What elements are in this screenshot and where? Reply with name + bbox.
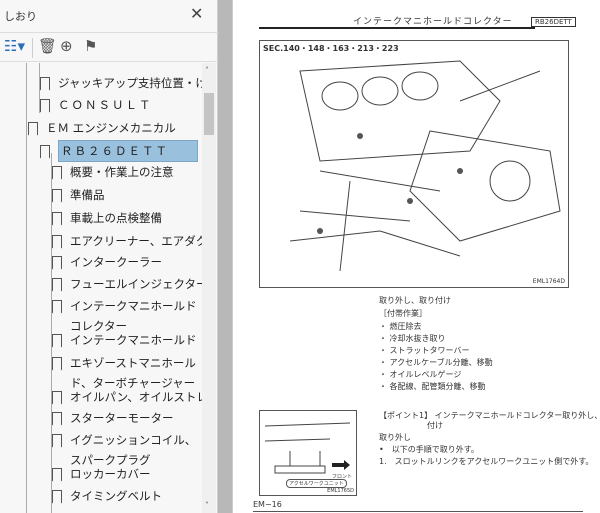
bookmark-icon <box>40 144 50 159</box>
bookmark-item[interactable]: 準備品 <box>52 185 105 205</box>
bookmark-item[interactable]: 車載上の点検整備 <box>52 208 162 228</box>
bookmark-label: 概要・作業上の注意 <box>70 165 174 179</box>
step-text: 1. スロットルリンクをアクセルワークユニット側で外す。 <box>379 457 594 466</box>
title-rule <box>259 27 535 29</box>
scrollbar-thumb[interactable] <box>204 93 214 135</box>
step-text: • 以下の手順で取り外す。 <box>379 445 479 454</box>
bookmark-item[interactable]: タイミングベルト <box>52 486 162 506</box>
bookmark-label: インタークーラー <box>70 255 162 269</box>
add-bookmark-icon[interactable]: ⊕ <box>60 37 73 55</box>
bookmark-item[interactable]: オイルパン、オイルストレーナー <box>52 387 202 407</box>
bookmark-item[interactable]: ジャッキアップ支持位置・けん引 <box>40 73 202 93</box>
bookmarks-panel: しおり ✕ ☷▾ 🗑 ⊕ ⚑ ジャッキアップ支持位置・けん引 ＣＯＮＳＵＬＴ Ｅ… <box>0 0 218 513</box>
bookmark-label: タイミングベルト <box>70 489 162 503</box>
bookmark-icon <box>52 255 62 270</box>
figure-code: EML1764D <box>532 278 565 285</box>
bookmark-icon <box>52 411 62 426</box>
throttle-figure: フロント アクセルワークユニット EML1765D <box>259 410 357 496</box>
bookmark-icon <box>52 356 62 371</box>
bookmark-icon <box>52 165 62 180</box>
page-number: EM−16 <box>253 500 282 509</box>
task-item: ・ アクセルケーブル分離、移動 <box>379 358 493 367</box>
task-item: ・ 冷却水抜き取り <box>379 334 446 343</box>
bookmark-icon <box>52 211 62 226</box>
bookmark-item[interactable]: ロッカーカバー <box>52 464 151 484</box>
section-badge: RB26DETT <box>531 17 576 27</box>
bookmark-tree: ジャッキアップ支持位置・けん引 ＣＯＮＳＵＬＴ ＥＭ エンジンメカニカル ＲＢ２… <box>0 63 202 513</box>
document-page: インテークマニホールドコレクター RB26DETT SEC.140・148・16… <box>232 0 600 513</box>
bookmark-icon <box>52 489 62 504</box>
bookmark-label: ジャッキアップ支持位置・けん引 <box>58 76 202 90</box>
bookmark-item[interactable]: ＥＭ エンジンメカニカル <box>28 118 176 138</box>
scroll-down-icon[interactable]: ˅ <box>205 501 209 510</box>
subheading: ［付帯作業］ <box>379 309 427 318</box>
bookmark-label: ＥＭ エンジンメカニカル <box>46 121 176 135</box>
bookmark-item[interactable]: インテークマニホールド <box>52 330 197 350</box>
intake-collector-illustration <box>289 60 561 272</box>
bookmark-label: エキゾーストマニホールド、ターボチャージャー <box>70 356 196 390</box>
tree-scrollbar[interactable]: ˄ ˅ <box>202 63 216 513</box>
bookmark-icon <box>52 299 62 314</box>
task-item: ・ オイルレベルゲージ <box>379 370 462 379</box>
bookmark-icon <box>52 234 62 249</box>
figure-code: EML1765D <box>327 488 354 494</box>
panel-splitter[interactable] <box>218 0 232 513</box>
bookmark-item[interactable]: インタークーラー <box>52 252 162 272</box>
bookmark-item[interactable]: ＣＯＮＳＵＬＴ <box>40 95 153 115</box>
bookmark-icon <box>52 390 62 405</box>
bookmark-item[interactable]: エアクリーナー、エアダクト <box>52 231 202 251</box>
task-item: ・ 各配線、配管類分離、移動 <box>379 382 486 391</box>
bookmark-label: 車載上の点検整備 <box>70 211 162 225</box>
bookmark-label: フューエルインジェクター <box>70 277 202 291</box>
bookmark-item[interactable]: 概要・作業上の注意 <box>52 162 174 182</box>
bookmark-label: ロッカーカバー <box>70 467 151 481</box>
bookmark-icon <box>52 333 62 348</box>
bookmark-label: イグニッションコイル、スパークプラグ <box>70 433 197 467</box>
bookmark-label: エアクリーナー、エアダクト <box>70 234 202 248</box>
bookmark-label: ＣＯＮＳＵＬＴ <box>58 98 153 112</box>
bookmark-label: インテークマニホールド <box>70 333 197 347</box>
task-item: ・ ストラットタワーバー <box>379 346 470 355</box>
expand-bookmark-icon[interactable]: ⚑ <box>84 37 97 55</box>
page-title: インテークマニホールドコレクター <box>353 17 513 27</box>
exploded-diagram: SEC.140・148・163・213・223 EML1764D <box>259 40 569 288</box>
bookmark-icon <box>52 277 62 292</box>
point-heading: 【ポイント1】 インテークマニホールドコレクター取り外し、取り <box>379 411 600 420</box>
bookmark-toolbar: ☷▾ 🗑 ⊕ ⚑ <box>0 32 218 62</box>
options-menu-icon[interactable]: ☷▾ <box>4 37 25 55</box>
scroll-up-icon[interactable]: ˄ <box>205 66 209 75</box>
delete-bookmark-icon[interactable]: 🗑 <box>38 37 57 55</box>
bookmark-icon <box>40 98 50 113</box>
footer-rule <box>253 511 583 512</box>
bookmark-label: インテークマニホールドコレクター <box>70 299 197 333</box>
task-item: ・ 燃圧除去 <box>379 322 422 331</box>
bookmark-icon <box>52 433 62 448</box>
section-heading: 取り外し、取り付け <box>379 296 451 305</box>
bookmark-icon <box>40 76 50 91</box>
bookmark-label: オイルパン、オイルストレーナー <box>70 390 202 404</box>
panel-title: しおり <box>4 10 37 23</box>
point-heading-cont: 付け <box>427 421 443 430</box>
bookmark-icon <box>52 188 62 203</box>
bookmark-label: 準備品 <box>70 188 105 202</box>
bookmark-item[interactable]: スターターモーター <box>52 408 174 428</box>
close-panel-button[interactable]: ✕ <box>190 4 203 23</box>
accel-unit-label: アクセルワークユニット <box>286 479 347 488</box>
bookmark-label: ＲＢ２６ＤＥＴＴ <box>58 140 198 162</box>
bookmark-icon <box>52 467 62 482</box>
removal-heading: 取り外し <box>379 433 411 442</box>
bookmark-label: スターターモーター <box>70 411 174 425</box>
bookmark-item-selected[interactable]: ＲＢ２６ＤＥＴＴ <box>40 140 198 162</box>
bookmark-item[interactable]: フューエルインジェクター <box>52 274 202 294</box>
bookmark-icon <box>28 121 38 136</box>
